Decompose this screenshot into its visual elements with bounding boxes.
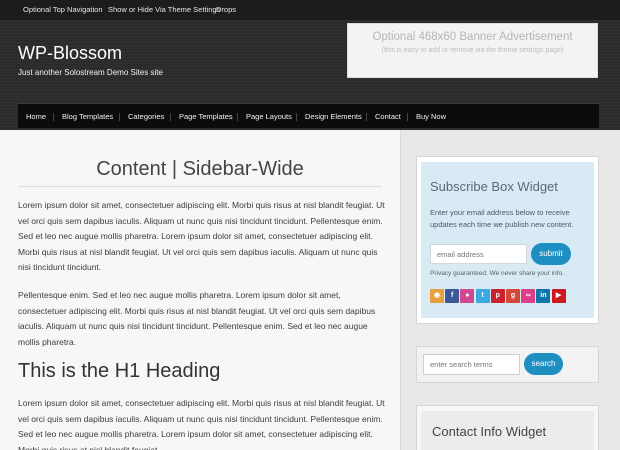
banner-ad[interactable]: Optional 468x60 Banner Advertisement (th… (347, 23, 598, 78)
nav-item-design-elements[interactable]: Design Elements (305, 104, 362, 129)
top-nav-item-drops[interactable]: Drops (216, 0, 236, 20)
h1-heading: This is the H1 Heading (18, 360, 221, 382)
top-nav-item-optional[interactable]: Optional Top Navigation (23, 0, 103, 20)
flickr-dots-icon[interactable]: ∞ (521, 289, 536, 303)
nav-divider (237, 113, 238, 121)
top-navigation-bar: Optional Top Navigation Show or Hide Via… (0, 0, 620, 20)
facebook-icon[interactable]: f (445, 289, 460, 303)
nav-divider (366, 113, 367, 121)
rss-icon[interactable]: ◉ (430, 289, 444, 303)
nav-divider (407, 113, 408, 121)
contact-widget-title: Contact Info Widget (432, 424, 547, 439)
content-paragraph: Lorem ipsum dolor sit amet, consectetuer… (18, 200, 385, 272)
subscribe-widget-title: Subscribe Box Widget (430, 179, 558, 194)
email-field[interactable] (430, 244, 527, 264)
googleplus-icon[interactable]: g (506, 289, 520, 303)
linkedin-icon[interactable]: in (536, 289, 551, 303)
search-input[interactable] (423, 354, 520, 375)
submit-button[interactable]: submit (531, 243, 571, 265)
nav-divider (53, 113, 54, 121)
site-tagline: Just another Solostream Demo Sites site (18, 68, 163, 77)
nav-item-home[interactable]: Home (26, 104, 46, 129)
content-paragraph: Lorem ipsum dolor sit amet, consectetuer… (18, 398, 385, 450)
page-title: Content | Sidebar-Wide (96, 158, 304, 180)
nav-item-categories[interactable]: Categories (128, 104, 164, 129)
nav-item-contact[interactable]: Contact (375, 104, 401, 129)
nav-divider (170, 113, 171, 121)
nav-item-blog-templates[interactable]: Blog Templates (62, 104, 113, 129)
nav-item-page-layouts[interactable]: Page Layouts (246, 104, 292, 129)
twitter-icon[interactable]: t (475, 289, 490, 303)
banner-title: Optional 468x60 Banner Advertisement (372, 31, 573, 43)
nav-item-page-templates[interactable]: Page Templates (179, 104, 233, 129)
nav-divider (119, 113, 120, 121)
subscribe-description: Enter your email address below to receiv… (430, 208, 574, 229)
content-paragraph: Pellentesque enim. Sed et leo nec augue … (18, 290, 376, 347)
nav-item-buy-now[interactable]: Buy Now (416, 104, 446, 129)
heading-divider (18, 186, 382, 187)
pinterest-icon[interactable]: p (490, 289, 505, 303)
site-title[interactable]: WP-Blossom (18, 43, 122, 64)
top-nav-item-show-hide[interactable]: Show or Hide Via Theme Settings (108, 0, 220, 20)
privacy-note: Privacy guaranteed. We never share your … (430, 270, 564, 277)
nav-divider (296, 113, 297, 121)
banner-subtitle: (this is easy to add or remove via the t… (381, 47, 564, 54)
youtube-icon[interactable]: ▶ (551, 289, 566, 303)
flickr-icon[interactable]: ● (460, 289, 475, 303)
search-button[interactable]: search (524, 353, 563, 375)
main-navigation-bar: Home Blog Templates Categories Page Temp… (18, 103, 599, 128)
